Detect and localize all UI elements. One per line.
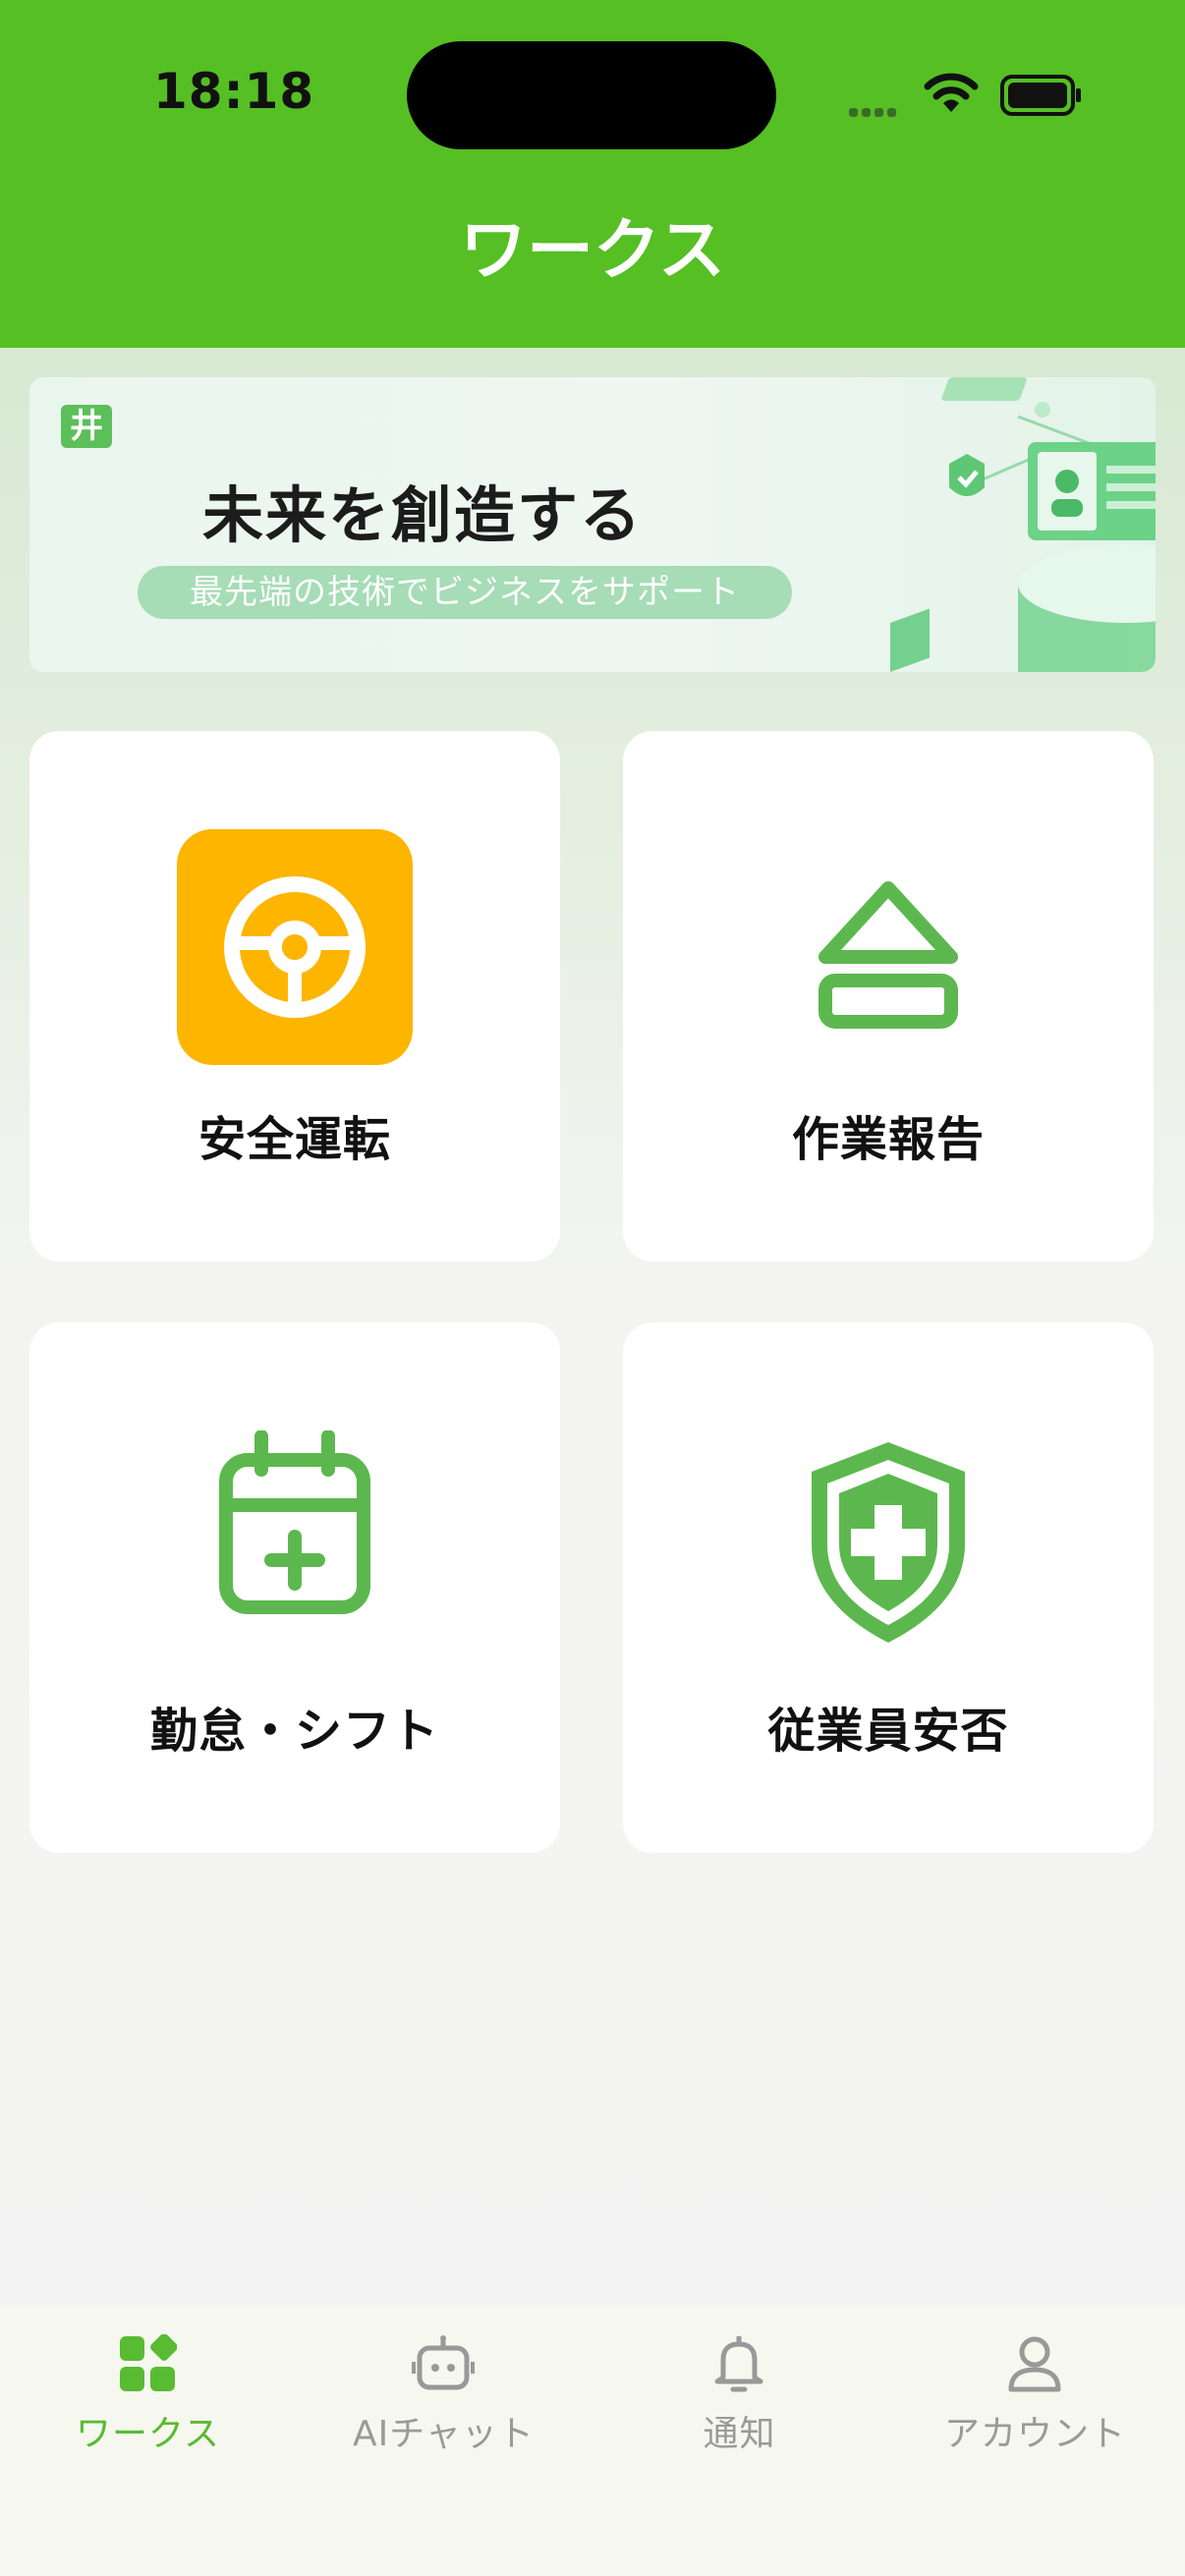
tab-works[interactable]: ワークス bbox=[0, 2305, 296, 2501]
menu-label-employee-safety: 従業員安否 bbox=[767, 1704, 1009, 1759]
menu-card-employee-safety[interactable]: 従業員安否 bbox=[623, 1322, 1154, 1853]
page-title: ワークス bbox=[460, 212, 725, 290]
user-icon bbox=[1008, 2336, 1061, 2392]
apps-icon bbox=[120, 2334, 177, 2391]
menu-label-work-report: 作業報告 bbox=[791, 1112, 985, 1167]
app-header: 18:18 ワークス bbox=[0, 0, 1185, 348]
banner-title: 未来を創造する bbox=[202, 479, 644, 551]
tab-account[interactable]: アカウント bbox=[887, 2305, 1183, 2501]
steering-wheel-icon bbox=[177, 829, 413, 1065]
eject-icon bbox=[818, 881, 958, 1029]
dynamic-island bbox=[407, 41, 776, 149]
menu-card-attendance-shift[interactable]: 勤怠・シフト bbox=[29, 1322, 560, 1853]
promo-banner[interactable]: 井 未来を創造する 最先端の技術でビジネスをサポート bbox=[29, 377, 1156, 672]
tab-label-ai-chat: AIチャット bbox=[353, 2414, 535, 2454]
menu-label-safe-driving: 安全運転 bbox=[198, 1112, 391, 1167]
status-time: 18:18 bbox=[153, 63, 315, 120]
menu-card-work-report[interactable]: 作業報告 bbox=[623, 731, 1154, 1261]
menu-card-safe-driving[interactable]: 安全運転 bbox=[29, 731, 560, 1261]
bell-icon bbox=[714, 2336, 763, 2392]
calendar-add-icon bbox=[219, 1430, 370, 1614]
tab-label-account: アカウント bbox=[943, 2414, 1126, 2454]
banner-logo: 井 bbox=[61, 405, 112, 448]
tab-ai-chat[interactable]: AIチャット bbox=[296, 2305, 592, 2501]
shield-plus-icon bbox=[812, 1442, 965, 1643]
bottom-tab-bar: ワークス AIチャット 通知 アカウント bbox=[0, 2305, 1185, 2576]
robot-icon bbox=[412, 2335, 475, 2390]
tab-label-works: ワークス bbox=[76, 2414, 220, 2454]
cellular-signal-icon bbox=[849, 102, 900, 121]
menu-label-attendance-shift: 勤怠・シフト bbox=[149, 1704, 439, 1759]
wifi-icon bbox=[924, 73, 979, 112]
security-illustration bbox=[890, 377, 1156, 672]
tab-label-notifications: 通知 bbox=[703, 2414, 776, 2454]
battery-icon bbox=[1000, 75, 1081, 116]
tab-notifications[interactable]: 通知 bbox=[592, 2305, 887, 2501]
banner-subtitle: 最先端の技術でビジネスをサポート bbox=[138, 566, 792, 619]
